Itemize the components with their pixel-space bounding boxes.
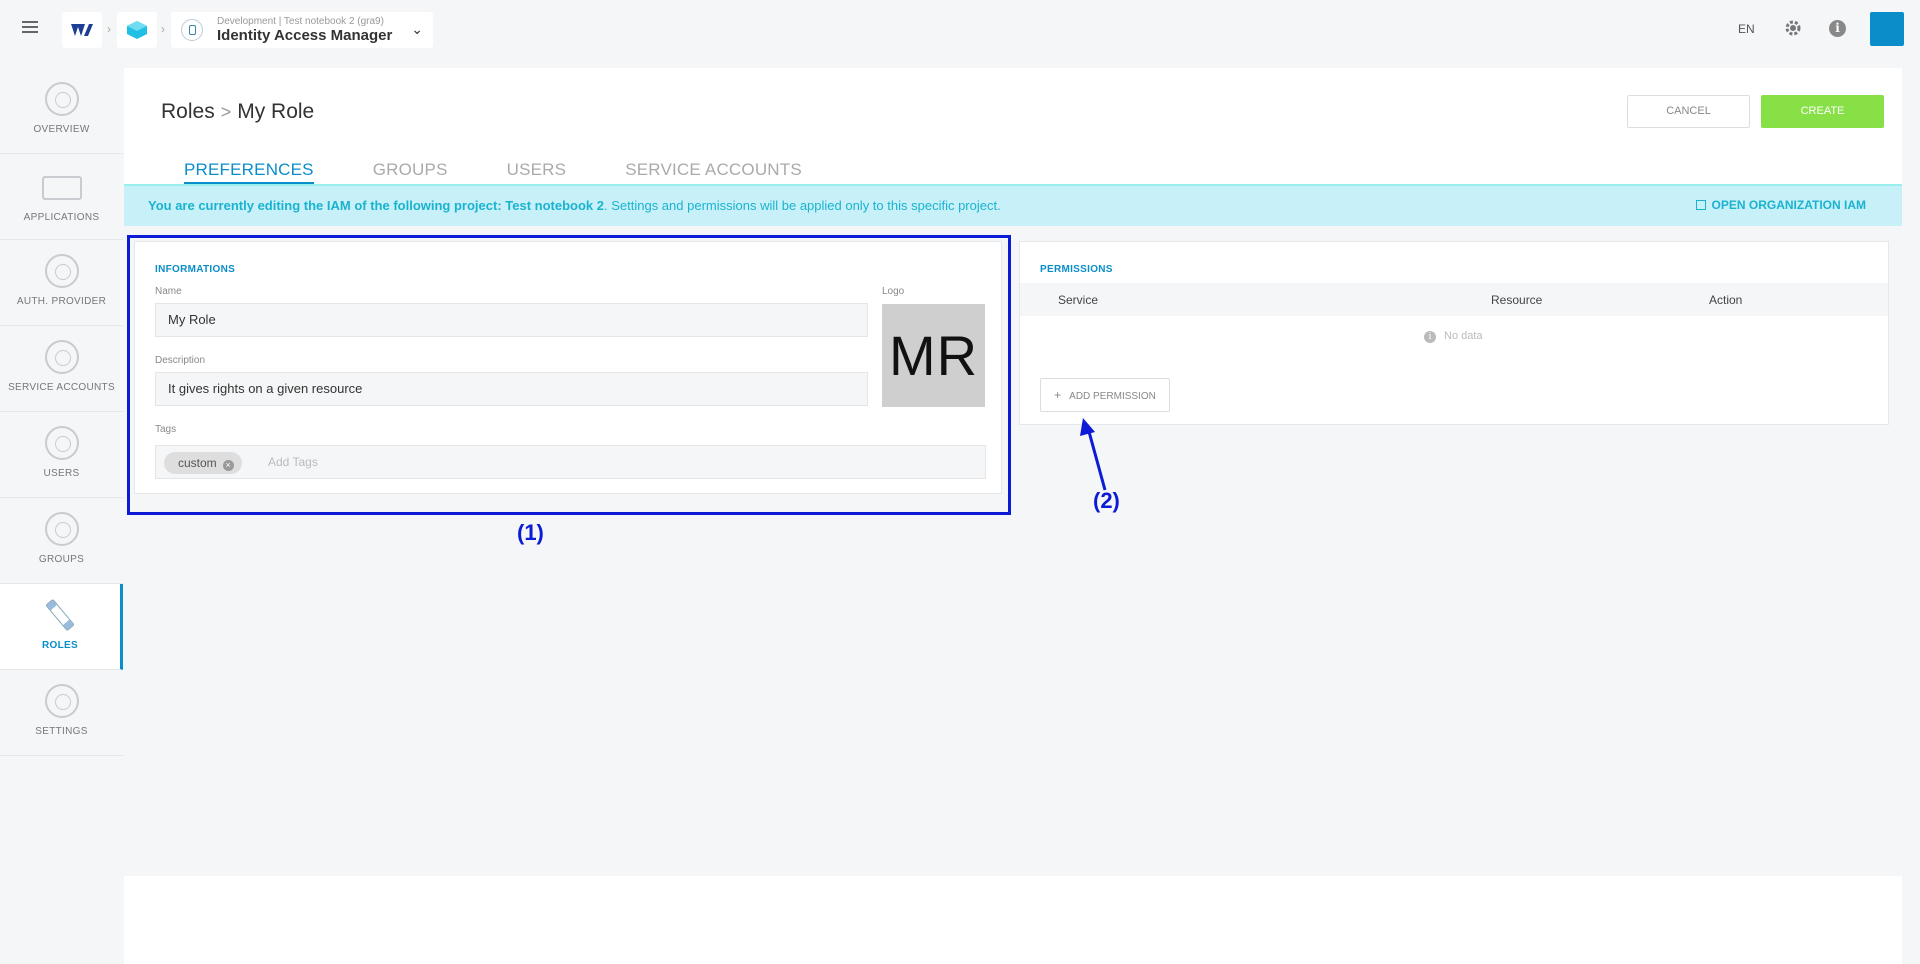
- groups-icon: [44, 512, 79, 546]
- banner-project: Test notebook 2: [505, 198, 604, 213]
- banner-prefix: You are currently editing the IAM of the…: [148, 198, 506, 213]
- plus-icon: +: [1054, 388, 1062, 402]
- sidebar-item-service-accounts[interactable]: SERVICE ACCOUNTS: [0, 326, 123, 412]
- breadcrumb-current: My Role: [237, 100, 315, 123]
- tab-bar: PREFERENCES GROUPS USERS SERVICE ACCOUNT…: [184, 160, 861, 184]
- empty-state: i No data: [1424, 330, 1483, 343]
- banner-suffix: . Settings and permissions will be appli…: [604, 198, 1001, 213]
- menu-icon[interactable]: [22, 21, 38, 35]
- main-panel: Roles > My Role CANCEL CREATE PREFERENCES …: [124, 68, 1902, 964]
- annotation-arrow: [1080, 418, 1107, 491]
- column-header-service: Service: [1058, 293, 1099, 307]
- cube-logo[interactable]: [117, 12, 157, 48]
- sidebar-item-label: ROLES: [42, 640, 78, 651]
- sidebar-item-settings[interactable]: SETTINGS: [0, 670, 123, 756]
- annotation-box-1: [127, 235, 1011, 515]
- sidebar-item-label: USERS: [43, 468, 80, 479]
- breadcrumb-parent[interactable]: Roles: [161, 100, 215, 123]
- top-bar: › › Development | Test notebook 2 (gra9)…: [0, 0, 1920, 58]
- tab-users[interactable]: USERS: [507, 160, 567, 184]
- chevron-down-icon[interactable]: ⌄: [411, 21, 423, 38]
- add-permission-button[interactable]: + ADD PERMISSION: [1040, 378, 1170, 412]
- sidebar-item-users[interactable]: USERS: [0, 412, 123, 498]
- project-banner: You are currently editing the IAM of the…: [124, 184, 1902, 226]
- laptop-icon: [41, 176, 82, 200]
- users-icon: [44, 426, 79, 460]
- ovh-logo[interactable]: [62, 12, 102, 48]
- overview-icon: [44, 82, 79, 116]
- pencil-icon: [45, 598, 75, 632]
- ovh-logo-icon: [71, 24, 93, 36]
- chevron-right-icon: ›: [161, 22, 165, 36]
- permissions-table-header: Service Resource Action: [1020, 283, 1888, 316]
- language-selector[interactable]: EN: [1738, 22, 1755, 36]
- breadcrumb: Roles > My Role: [161, 100, 314, 124]
- iam-lock-icon: [181, 19, 203, 41]
- create-button[interactable]: CREATE: [1761, 95, 1884, 128]
- banner-link-label: OPEN ORGANIZATION IAM: [1711, 198, 1866, 212]
- app-switcher[interactable]: Development | Test notebook 2 (gra9) Ide…: [171, 12, 433, 48]
- cancel-button[interactable]: CANCEL: [1627, 95, 1750, 128]
- app-title: Identity Access Manager: [217, 27, 393, 45]
- user-avatar[interactable]: [1870, 12, 1904, 46]
- settings-icon: [44, 684, 79, 718]
- sidebar-item-auth-provider[interactable]: AUTH. PROVIDER: [0, 240, 123, 326]
- service-accounts-icon: [44, 340, 79, 374]
- sidebar-item-roles[interactable]: ROLES: [0, 584, 123, 670]
- gear-icon[interactable]: [1783, 18, 1803, 38]
- external-link-icon: [1695, 200, 1706, 210]
- sidebar-item-groups[interactable]: GROUPS: [0, 498, 123, 584]
- sidebar-item-label: SETTINGS: [35, 726, 88, 737]
- banner-text: You are currently editing the IAM of the…: [148, 198, 1001, 213]
- sidebar: OVERVIEW APPLICATIONS AUTH. PROVIDER SER…: [0, 68, 123, 758]
- chevron-right-icon: ›: [107, 22, 111, 36]
- info-icon: i: [1424, 331, 1436, 343]
- open-organization-iam-link[interactable]: OPEN ORGANIZATION IAM: [1695, 198, 1866, 212]
- cube-icon: [127, 21, 147, 39]
- column-header-action: Action: [1709, 293, 1743, 307]
- annotation-label-2: (2): [1093, 488, 1120, 513]
- sidebar-item-label: OVERVIEW: [33, 124, 90, 135]
- empty-state-text: No data: [1444, 330, 1483, 342]
- sidebar-item-label: SERVICE ACCOUNTS: [8, 382, 115, 393]
- add-permission-label: ADD PERMISSION: [1069, 391, 1156, 402]
- sidebar-item-applications[interactable]: APPLICATIONS: [0, 154, 123, 240]
- permissions-title: PERMISSIONS: [1040, 264, 1113, 275]
- tab-preferences[interactable]: PREFERENCES: [184, 160, 314, 184]
- chevron-right-icon: >: [220, 102, 232, 122]
- app-subtitle: Development | Test notebook 2 (gra9): [217, 15, 384, 27]
- column-header-resource: Resource: [1491, 293, 1543, 307]
- permissions-card: PERMISSIONS Service Resource Action i No …: [1019, 241, 1889, 425]
- tab-service-accounts[interactable]: SERVICE ACCOUNTS: [625, 160, 802, 184]
- sidebar-item-label: AUTH. PROVIDER: [16, 296, 107, 307]
- tab-groups[interactable]: GROUPS: [373, 160, 448, 184]
- sidebar-item-overview[interactable]: OVERVIEW: [0, 68, 123, 154]
- annotation-label-1: (1): [517, 520, 544, 545]
- key-icon: [44, 254, 79, 288]
- sidebar-item-label: APPLICATIONS: [23, 212, 100, 223]
- sidebar-item-label: GROUPS: [38, 554, 85, 565]
- info-icon[interactable]: i: [1829, 20, 1846, 37]
